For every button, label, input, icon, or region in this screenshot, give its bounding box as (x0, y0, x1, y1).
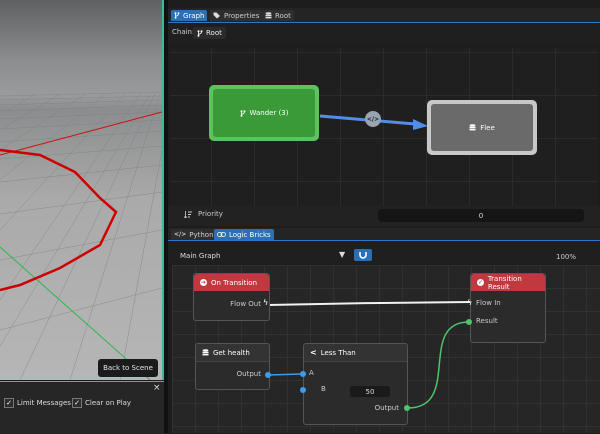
chain-root-button[interactable]: Root (193, 27, 226, 39)
code-icon: </> (174, 231, 187, 238)
state-wander-label: Wander (3) (249, 109, 289, 117)
node-transition-result[interactable]: ✓ Transition Result Flow In Result (470, 273, 546, 343)
flow-out-label: Flow Out (230, 300, 261, 308)
tab-root[interactable]: Root (262, 10, 294, 21)
node-on-transition[interactable]: ➔ On Transition Flow Out (193, 273, 270, 321)
node-get-health-title: Get health (213, 348, 250, 357)
zoom-level: 100% (556, 253, 577, 261)
priority-label: Priority (198, 210, 223, 218)
tab-logic-bricks-label: Logic Bricks (229, 230, 271, 239)
branch-icon (197, 29, 203, 37)
state-node-flee[interactable]: Flee (427, 100, 537, 155)
node-less-than-header: < Less Than (304, 344, 407, 362)
node-transition-result-header: ✓ Transition Result (471, 274, 545, 291)
back-to-scene-button[interactable]: Back to Scene (98, 359, 158, 377)
state-node-wander[interactable]: Wander (3) (209, 85, 319, 141)
less-than-a-label: A (309, 369, 314, 377)
get-health-output-label: Output (236, 370, 261, 378)
3d-viewport[interactable] (0, 0, 164, 380)
graph-select-value[interactable]: Main Graph (180, 252, 220, 260)
tab-logic-bricks[interactable]: Logic Bricks (214, 229, 274, 240)
tab-properties[interactable]: Properties (210, 10, 263, 21)
check-circle-icon: ✓ (477, 279, 484, 286)
less-than-b-socket[interactable] (300, 387, 306, 393)
flow-in-socket-icon[interactable]: ϟ (467, 298, 472, 307)
tab-graph-label: Graph (183, 11, 205, 20)
priority-input[interactable]: 0 (378, 209, 584, 222)
tags-icon (213, 12, 220, 19)
node-get-health[interactable]: Get health Output (195, 343, 270, 390)
less-than-a-socket[interactable] (300, 371, 306, 377)
node-less-than[interactable]: < Less Than A B 50 Output (303, 343, 408, 425)
tab-root-label: Root (275, 11, 291, 20)
clear-on-play-option[interactable]: ✓ Clear on Play (72, 398, 131, 408)
node-transition-result-title: Transition Result (487, 274, 522, 291)
less-than-b-input[interactable]: 50 (350, 386, 390, 397)
branch-icon (174, 12, 180, 19)
magnet-icon (359, 252, 367, 259)
grid-floor (0, 91, 162, 380)
priority-label-group: Priority (184, 210, 223, 218)
tab-python-label: Python (189, 230, 214, 239)
transition-code-icon[interactable]: </> (365, 111, 381, 127)
database-icon (202, 349, 209, 356)
node-less-than-title: Less Than (320, 348, 356, 357)
limit-messages-option[interactable]: ✓ Limit Messages (4, 398, 71, 408)
close-icon[interactable]: × (153, 383, 161, 393)
less-than-icon: < (310, 348, 317, 357)
logic-toolbar (168, 242, 600, 264)
branch-icon (240, 109, 246, 117)
state-flee-label: Flee (480, 123, 495, 132)
chain-root-label: Root (206, 29, 222, 37)
chain-bar (168, 24, 600, 44)
node-on-transition-header: ➔ On Transition (194, 274, 269, 291)
node-on-transition-title: On Transition (211, 278, 258, 287)
result-socket[interactable] (466, 319, 472, 325)
state-tab-bar: Graph Properties Root (168, 8, 600, 23)
flow-out-socket-icon[interactable]: ϟ (263, 298, 268, 307)
link-icon (217, 232, 226, 237)
tab-properties-label: Properties (224, 11, 260, 20)
magnet-button[interactable] (354, 249, 372, 261)
transition-tab-bar: </> Python Logic Bricks (168, 228, 600, 241)
less-than-output-socket[interactable] (404, 405, 410, 411)
tab-python[interactable]: </> Python (171, 229, 217, 240)
tab-graph[interactable]: Graph (171, 10, 208, 21)
limit-messages-label: Limit Messages (17, 399, 71, 407)
limit-messages-checkbox[interactable]: ✓ (4, 398, 14, 408)
less-than-b-label: B (321, 385, 326, 393)
database-icon (469, 124, 476, 131)
flow-in-label: Flow In (476, 299, 501, 307)
get-health-output-socket[interactable] (265, 372, 271, 378)
chevron-down-icon[interactable]: ▼ (339, 250, 345, 259)
node-get-health-header: Get health (196, 344, 269, 362)
clear-on-play-checkbox[interactable]: ✓ (72, 398, 82, 408)
less-than-output-label: Output (374, 404, 399, 412)
sort-priority-icon (184, 210, 192, 218)
database-icon (265, 12, 272, 19)
arrow-right-icon: ➔ (200, 279, 207, 286)
chain-label: Chain: (172, 28, 195, 36)
result-label: Result (476, 317, 498, 325)
clear-on-play-label: Clear on Play (85, 399, 132, 407)
